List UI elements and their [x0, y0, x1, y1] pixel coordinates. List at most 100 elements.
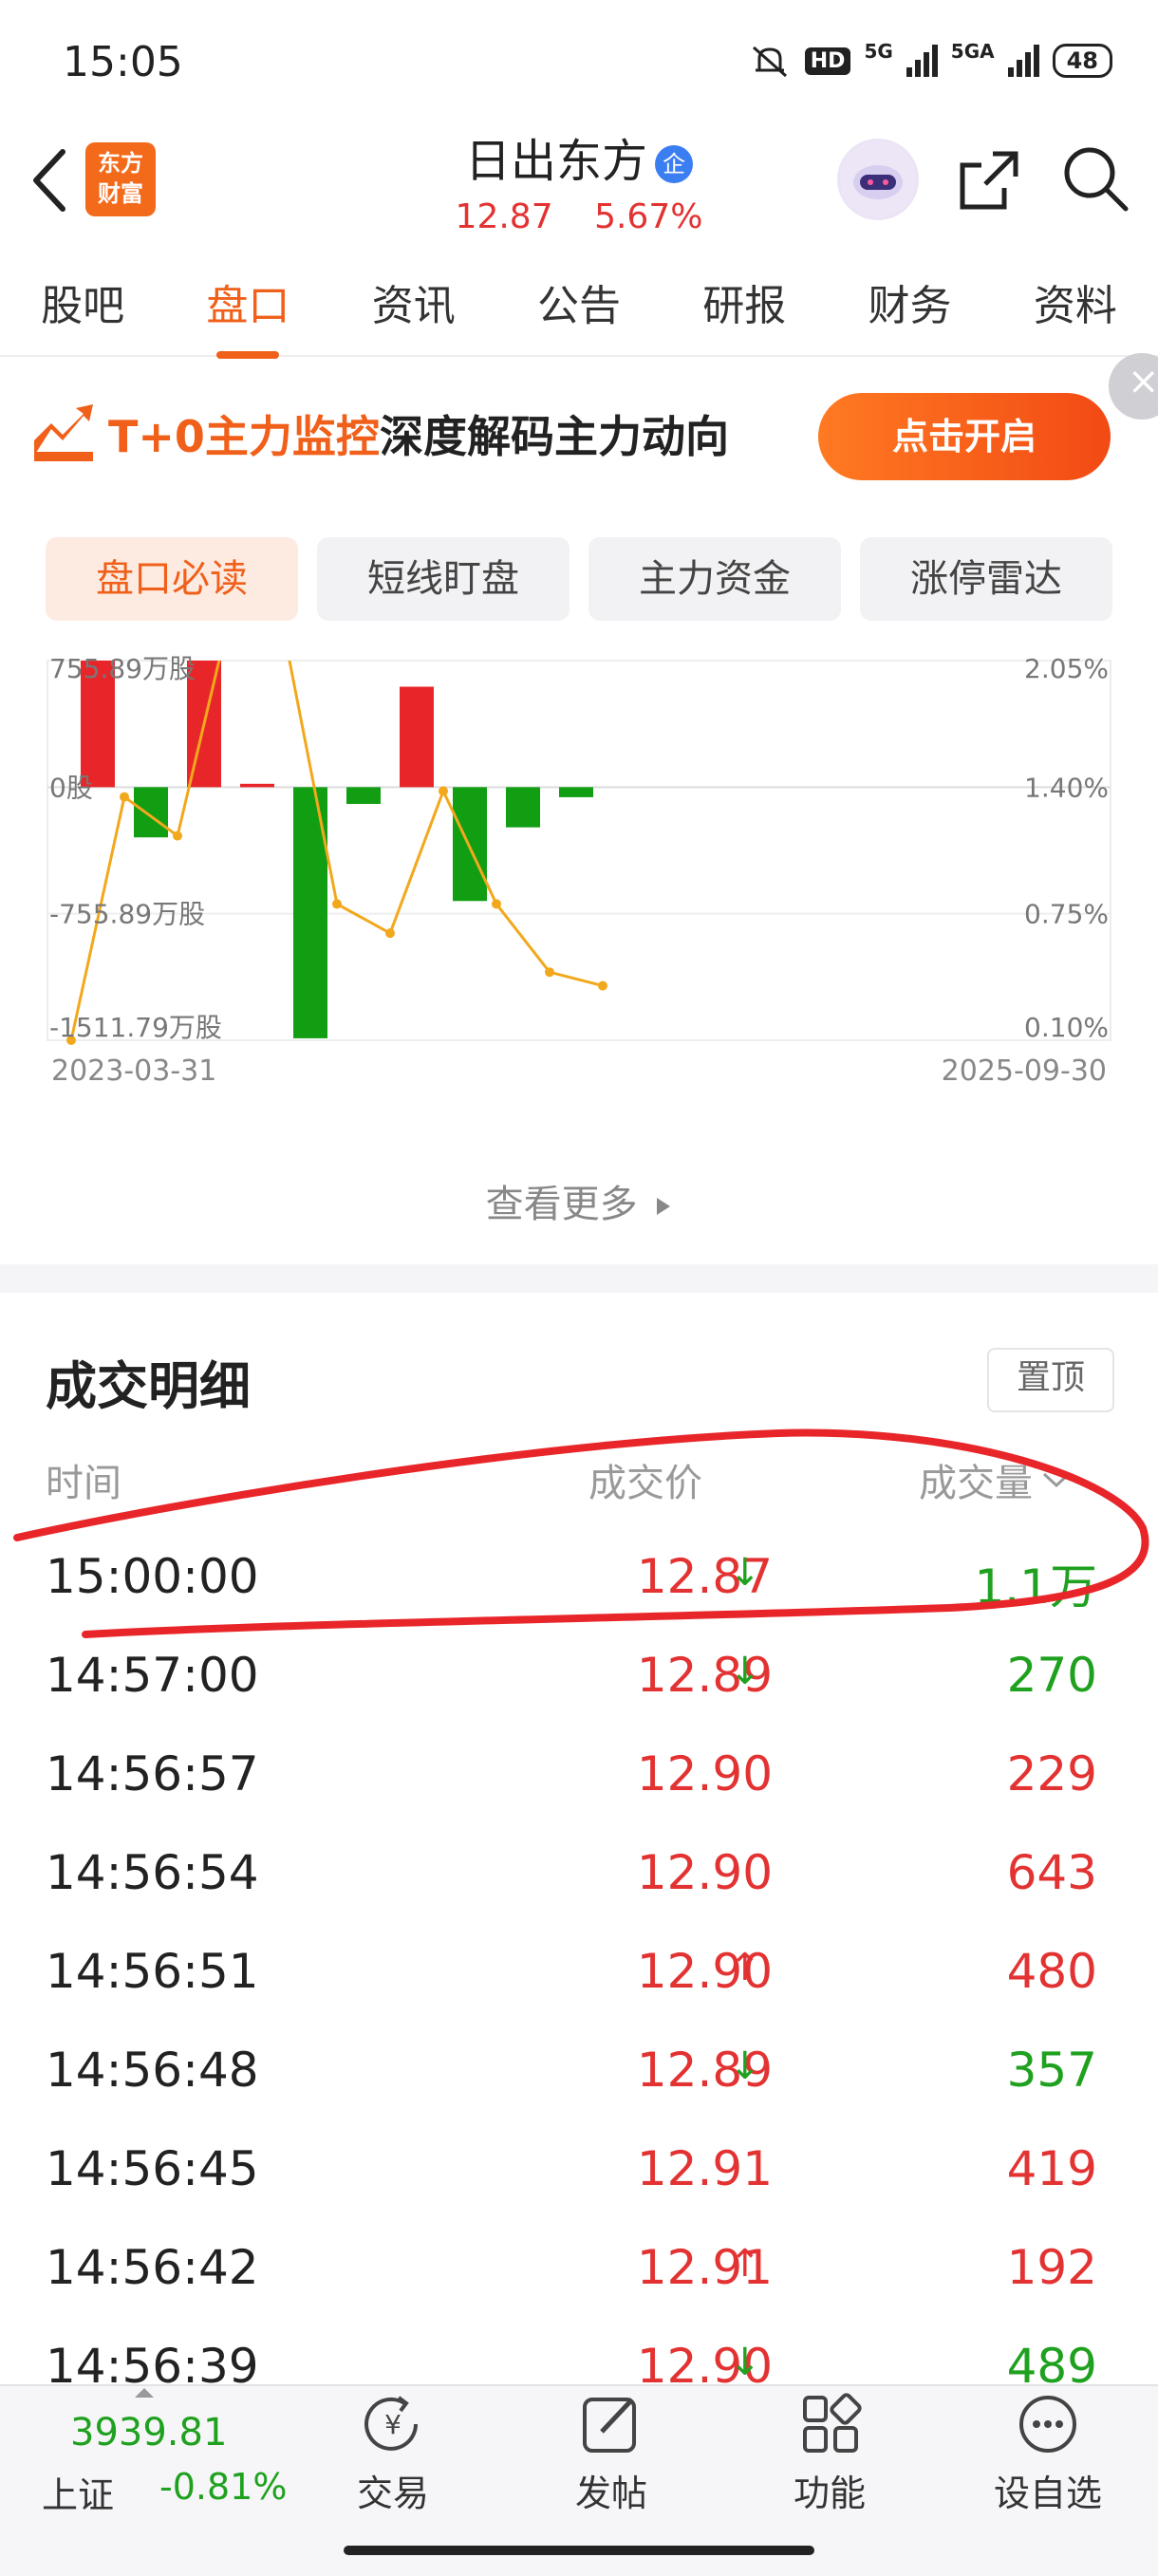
tab-1[interactable]: 盘口: [198, 271, 297, 359]
search-icon[interactable]: [1059, 142, 1131, 215]
edit-icon: [583, 2398, 636, 2453]
status-icons: HD 5G 5GA 48: [748, 40, 1112, 80]
tab-4[interactable]: 研报: [695, 271, 794, 332]
chart-bar: [559, 787, 593, 797]
banner-highlight: T+0主力监控: [108, 411, 380, 462]
trade-price: 12.91: [636, 2141, 773, 2196]
tab-0[interactable]: 股吧: [33, 271, 132, 332]
chart-bar: [240, 783, 274, 788]
trade-row: 14:56:54 12.90 643: [46, 1826, 1097, 1925]
section-title: 成交明细: [46, 1356, 251, 1416]
subtab-pankou-bidu[interactable]: 盘口必读: [46, 537, 298, 621]
chart-point: [173, 831, 182, 841]
more-dots-icon: [1019, 2396, 1076, 2453]
chart-left-tick: 0股: [49, 772, 93, 803]
trade-volume: 270: [1006, 1648, 1097, 1703]
svg-text:¥: ¥: [384, 2409, 402, 2440]
subtab-main-funds[interactable]: 主力资金: [588, 537, 841, 621]
trade-row: 14:57:00 12.89 ↓ 270: [46, 1629, 1097, 1727]
trade-time: 14:56:48: [46, 2043, 259, 2098]
trade-time: 14:57:00: [46, 1648, 259, 1703]
chart-bar: [400, 686, 434, 788]
trade-volume: 357: [1006, 2043, 1097, 2098]
holder-change-chart: 755.89万股 0股 -755.89万股 -1511.79万股 2.05% 1.40% 0…: [47, 653, 1111, 1088]
arrow-up-icon: ↑: [729, 2242, 761, 2286]
tab-6[interactable]: 资料: [1026, 271, 1125, 332]
signal-icon: [906, 45, 938, 77]
stock-tabs: 股吧 盘口 资讯 公告 研报 财务 资料: [0, 249, 1158, 359]
chart-line: [69, 661, 604, 1040]
open-monitor-button[interactable]: 点击开启: [818, 393, 1111, 480]
view-more-link[interactable]: 查看更多: [0, 1173, 1158, 1228]
chart-point: [332, 899, 342, 909]
trade-time: 14:56:42: [46, 2240, 259, 2295]
chart-point: [120, 792, 129, 802]
stock-name: 日出东方: [464, 135, 647, 188]
subtab-limit-radar[interactable]: 涨停雷达: [860, 537, 1112, 621]
chart-left-tick: 755.89万股: [49, 653, 196, 684]
index-change[interactable]: -0.81%: [159, 2466, 287, 2508]
home-indicator: [344, 2546, 814, 2555]
tab-5[interactable]: 财务: [861, 271, 960, 332]
index-value[interactable]: 3939.81: [70, 2411, 227, 2455]
chart-bar: [346, 787, 381, 804]
chart-point: [439, 786, 448, 796]
trade-volume: 419: [1006, 2141, 1097, 2196]
status-time: 15:05: [63, 38, 183, 86]
banner-subtext: 深度解码主力动向: [379, 411, 729, 462]
chart-x-end: 2025-09-30: [942, 1055, 1107, 1088]
chart-right-tick: 0.10%: [1024, 1012, 1109, 1043]
share-icon[interactable]: [955, 146, 1023, 215]
annotation-circle: [13, 1428, 1149, 1638]
trade-volume: 229: [1006, 1746, 1097, 1801]
chart-right-tick: 2.05%: [1024, 653, 1109, 684]
arrow-down-icon: ↓: [729, 2341, 761, 2384]
trend-icon: [34, 404, 93, 461]
trade-row: 14:56:51 12.90 ↑ 480: [46, 1925, 1097, 2024]
chart-bar: [134, 787, 168, 838]
subtab-short-watch[interactable]: 短线盯盘: [317, 537, 570, 621]
toolbar-add-watchlist[interactable]: 设自选: [972, 2392, 1124, 2516]
trade-yen-icon: ¥: [364, 2396, 418, 2451]
mute-icon: [752, 46, 787, 78]
trade-price: 12.90: [636, 1746, 773, 1801]
trade-time: 14:56:54: [46, 1845, 259, 1900]
triangle-right-icon: [657, 1198, 671, 1215]
section-divider: [0, 1264, 1158, 1293]
chart-point: [385, 928, 395, 939]
network-5ga-label: 5GA: [950, 40, 995, 63]
trade-time: 14:56:51: [46, 1944, 259, 1999]
trade-row: 14:56:45 12.91 419: [46, 2122, 1097, 2221]
index-name[interactable]: 上证: [42, 2466, 114, 2518]
close-banner-icon[interactable]: ×: [1109, 353, 1158, 420]
trade-time: 14:56:45: [46, 2141, 259, 2196]
trade-row: 14:56:57 12.90 229: [46, 1727, 1097, 1826]
chart-left-tick: -1511.79万股: [49, 1012, 222, 1043]
pin-top-button[interactable]: 置顶: [987, 1348, 1114, 1412]
battery-icon: 48: [1052, 44, 1112, 78]
chart-bar: [506, 787, 540, 828]
tab-2[interactable]: 资讯: [364, 271, 463, 332]
signal-icon-2: [1007, 45, 1039, 77]
toolbar-functions[interactable]: 功能: [754, 2392, 906, 2516]
chart-point: [492, 899, 501, 909]
chart-left-tick: -755.89万股: [49, 899, 205, 930]
view-more-label: 查看更多: [485, 1183, 638, 1226]
toolbar-trade[interactable]: ¥ 交易: [317, 2392, 469, 2516]
trade-time: 14:56:57: [46, 1746, 259, 1801]
toolbar-trade-label: 交易: [356, 2473, 429, 2514]
trade-row: 14:56:42 12.91 ↑ 192: [46, 2221, 1097, 2320]
chart-bar: [453, 787, 487, 902]
banner-text: T+0主力监控深度解码主力动向: [108, 402, 729, 465]
toolbar-post[interactable]: 发帖: [535, 2392, 687, 2516]
trade-volume: 192: [1006, 2240, 1097, 2295]
trade-volume: 643: [1006, 1845, 1097, 1900]
robot-assistant-icon[interactable]: [837, 139, 919, 220]
tab-3[interactable]: 公告: [530, 271, 628, 332]
chart-point: [545, 967, 554, 978]
stock-price: 12.87: [455, 197, 553, 236]
enterprise-badge: 企: [655, 145, 693, 183]
arrow-down-icon: ↓: [729, 1650, 761, 1693]
arrow-up-icon: ↑: [729, 1946, 761, 1989]
arrow-down-icon: ↓: [729, 2044, 761, 2088]
